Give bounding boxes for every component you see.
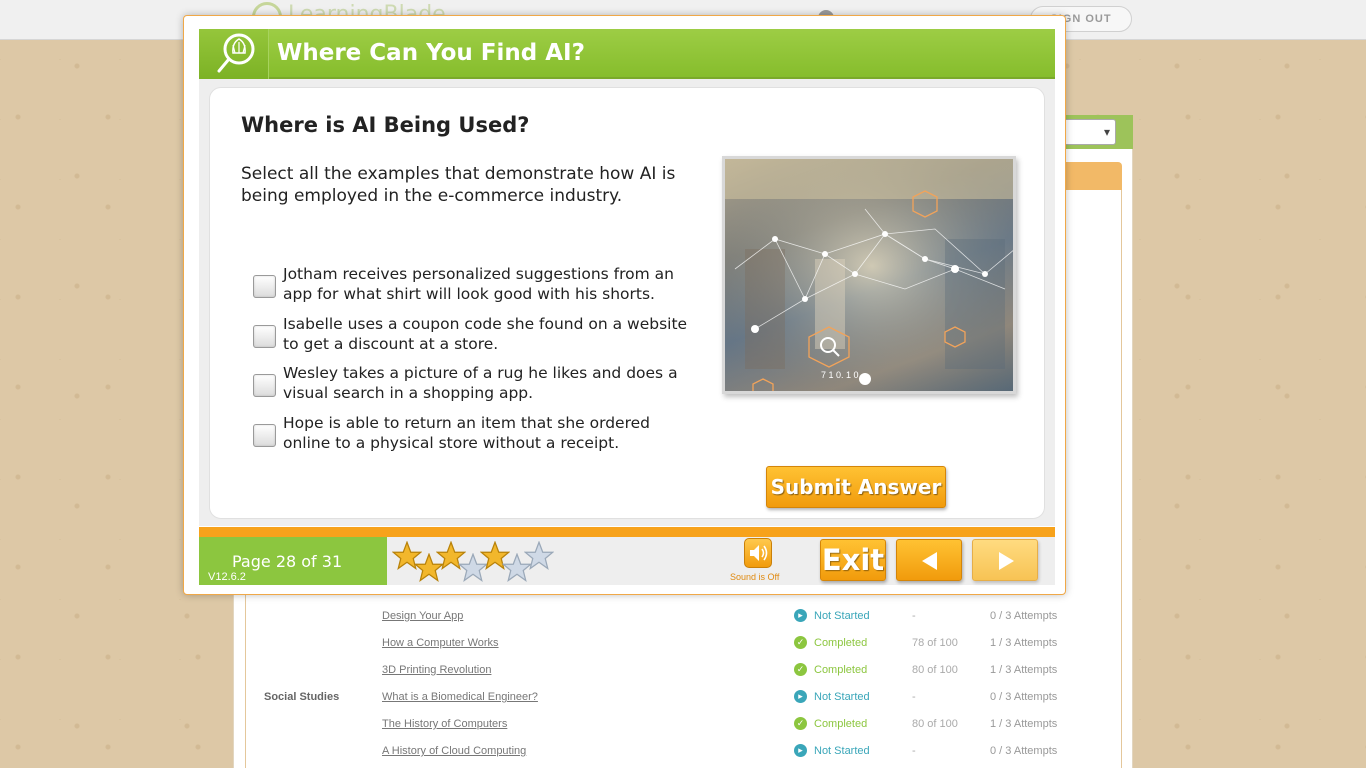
status-text: Not Started bbox=[814, 745, 870, 757]
check-circle-icon: ✓ bbox=[794, 663, 807, 676]
score-cell: 80 of 100 bbox=[912, 718, 958, 730]
filter-select[interactable]: ▾ bbox=[1062, 119, 1116, 145]
exit-button[interactable]: Exit bbox=[820, 539, 886, 581]
score-cell: 78 of 100 bbox=[912, 637, 958, 649]
status-text: Completed bbox=[814, 718, 868, 730]
play-circle-icon: ▸ bbox=[794, 690, 807, 703]
check-circle-icon: ✓ bbox=[794, 717, 807, 730]
question-title: Where is AI Being Used? bbox=[241, 113, 530, 137]
lesson-link[interactable]: How a Computer Works bbox=[382, 637, 499, 649]
lesson-link[interactable]: Design Your App bbox=[382, 610, 463, 622]
score-cell: - bbox=[912, 745, 916, 757]
answer-option[interactable]: Hope is able to return an item that she … bbox=[252, 414, 692, 465]
lesson-modal: Where Can You Find AI? Where is AI Being… bbox=[183, 15, 1066, 595]
magnifier-leaf-icon bbox=[199, 29, 269, 79]
footer-divider bbox=[199, 527, 1055, 537]
attempts-cell: 0 / 3 Attempts bbox=[990, 691, 1058, 703]
question-instructions: Select all the examples that demonstrate… bbox=[241, 164, 676, 206]
attempts-cell: 1 / 3 Attempts bbox=[990, 718, 1058, 730]
next-page-button[interactable] bbox=[972, 539, 1038, 581]
table-row: How a Computer Works ✓ Completed 78 of 100 1… bbox=[0, 630, 1366, 657]
status-text: Not Started bbox=[814, 691, 870, 703]
table-header-tab bbox=[1060, 162, 1122, 190]
arrow-right-icon bbox=[999, 552, 1014, 570]
attempts-cell: 1 / 3 Attempts bbox=[990, 637, 1058, 649]
answer-option-text[interactable]: Hope is able to return an item that she … bbox=[283, 413, 693, 453]
status-text: Completed bbox=[814, 664, 868, 676]
status-text: Not Started bbox=[814, 610, 870, 622]
ecommerce-ai-image: 7 1 0. 1 0 bbox=[722, 156, 1016, 394]
play-circle-icon: ▸ bbox=[794, 609, 807, 622]
previous-page-button[interactable] bbox=[896, 539, 962, 581]
answer-option[interactable]: Wesley takes a picture of a rug he likes… bbox=[252, 364, 692, 415]
modal-title: Where Can You Find AI? bbox=[277, 40, 585, 66]
table-row: Social Studies What is a Biomedical Engin… bbox=[0, 684, 1366, 711]
version-label: V12.6.2 bbox=[208, 571, 246, 583]
attempts-cell: 0 / 3 Attempts bbox=[990, 610, 1058, 622]
answer-option-text[interactable]: Jotham receives personalized suggestions… bbox=[283, 264, 693, 304]
score-cell: 80 of 100 bbox=[912, 664, 958, 676]
image-overlay-text: 7 1 0. 1 0 bbox=[821, 370, 859, 380]
table-row: The History of Computers ✓ Completed 80 of … bbox=[0, 711, 1366, 738]
score-cell: - bbox=[912, 610, 916, 622]
answer-option[interactable]: Jotham receives personalized suggestions… bbox=[252, 265, 692, 316]
table-row: 3D Printing Revolution ✓ Completed 80 of 10… bbox=[0, 657, 1366, 684]
attempts-cell: 1 / 3 Attempts bbox=[990, 664, 1058, 676]
checkbox[interactable] bbox=[253, 275, 276, 298]
speaker-icon bbox=[750, 545, 768, 561]
modal-header: Where Can You Find AI? bbox=[199, 29, 1055, 79]
check-circle-icon: ✓ bbox=[794, 636, 807, 649]
sound-toggle-button[interactable] bbox=[744, 538, 772, 568]
table-row: A History of Cloud Computing ▸ Not Started… bbox=[0, 738, 1366, 765]
lesson-link[interactable]: 3D Printing Revolution bbox=[382, 664, 491, 676]
status-text: Completed bbox=[814, 637, 868, 649]
score-cell: - bbox=[912, 691, 916, 703]
answer-option-text[interactable]: Isabelle uses a coupon code she found on… bbox=[283, 314, 693, 354]
star-empty-icon bbox=[524, 541, 554, 570]
page-number: Page 28 of 31 bbox=[232, 552, 343, 571]
answer-option[interactable]: Isabelle uses a coupon code she found on… bbox=[252, 315, 692, 366]
answer-option-text[interactable]: Wesley takes a picture of a rug he likes… bbox=[283, 363, 693, 403]
arrow-left-icon bbox=[922, 552, 937, 570]
submit-answer-button[interactable]: Submit Answer bbox=[766, 466, 946, 508]
sound-status-label: Sound is Off bbox=[730, 572, 780, 582]
lesson-link[interactable]: A History of Cloud Computing bbox=[382, 745, 526, 757]
lesson-link[interactable]: The History of Computers bbox=[382, 718, 507, 730]
attempts-cell: 0 / 3 Attempts bbox=[990, 745, 1058, 757]
table-row: Design Your App ▸ Not Started - 0 / 3 Attemp… bbox=[0, 603, 1366, 630]
play-circle-icon: ▸ bbox=[794, 744, 807, 757]
star-rating bbox=[392, 539, 562, 583]
subject-cell: Social Studies bbox=[264, 691, 340, 703]
checkbox[interactable] bbox=[253, 424, 276, 447]
checkbox[interactable] bbox=[253, 325, 276, 348]
lesson-link[interactable]: What is a Biomedical Engineer? bbox=[382, 691, 538, 703]
chevron-down-icon: ▾ bbox=[1103, 125, 1110, 139]
checkbox[interactable] bbox=[253, 374, 276, 397]
